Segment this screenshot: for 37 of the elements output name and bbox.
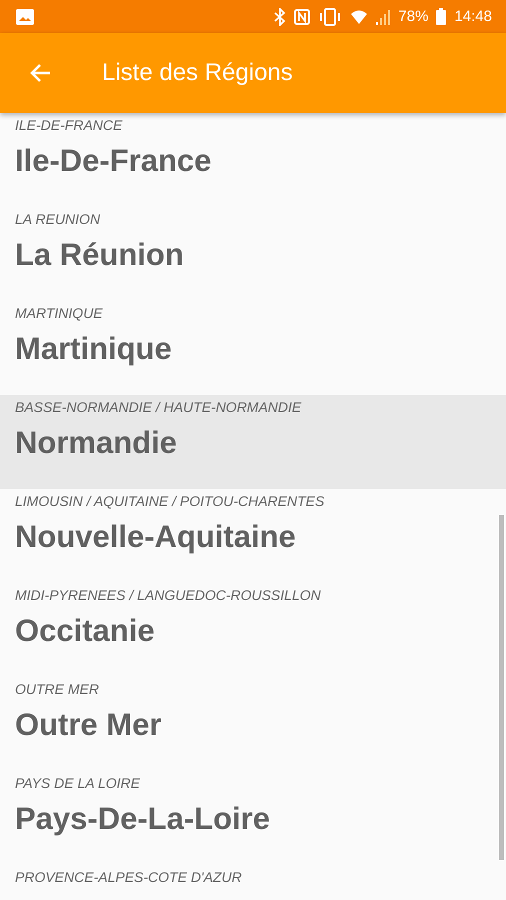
region-name: Martinique [15,330,172,368]
region-subtitle: PROVENCE-ALPES-COTE D'AZUR [15,869,242,885]
region-list-item[interactable]: BASSE-NORMANDIE / HAUTE-NORMANDIE Normandie [0,395,506,489]
region-name: Normandie [15,424,177,462]
battery-percentage: 78% [398,8,428,25]
region-name: Occitanie [15,612,155,650]
region-name: Outre Mer [15,706,162,744]
image-icon [16,8,34,24]
region-list-item[interactable]: MARTINIQUE Martinique [0,301,506,395]
region-subtitle: ILE-DE-FRANCE [15,117,122,133]
region-list-item[interactable]: MIDI-PYRENEES / LANGUEDOC-ROUSSILLON Occitanie [0,583,506,677]
region-subtitle: LA REUNION [15,211,100,227]
region-list-item[interactable]: OUTRE MER Outre Mer [0,677,506,771]
region-list-item[interactable]: LIMOUSIN / AQUITAINE / POITOU-CHARENTES Nouvelle-Aquitaine [0,489,506,583]
nfc-icon [294,8,310,24]
region-subtitle: BASSE-NORMANDIE / HAUTE-NORMANDIE [15,399,302,415]
region-name: Ile-De-France [15,142,212,180]
region-subtitle: PAYS DE LA LOIRE [15,775,140,791]
region-list-item[interactable]: PAYS DE LA LOIRE Pays-De-La-Loire [0,771,506,865]
vibrate-icon [318,8,342,26]
signal-icon [376,8,390,24]
region-subtitle: LIMOUSIN / AQUITAINE / POITOU-CHARENTES [15,493,324,509]
region-name: Nouvelle-Aquitaine [15,518,296,556]
back-arrow-icon [29,63,51,83]
region-subtitle: MIDI-PYRENEES / LANGUEDOC-ROUSSILLON [15,587,321,603]
bluetooth-icon [274,8,286,26]
region-subtitle: OUTRE MER [15,681,99,697]
region-list-item[interactable]: LA REUNION La Réunion [0,207,506,301]
region-list-item[interactable]: ILE-DE-FRANCE Ile-De-France [0,113,506,207]
region-subtitle: MARTINIQUE [15,305,103,321]
battery-icon [436,8,446,25]
region-name: Pays-De-La-Loire [15,800,270,838]
region-name: La Réunion [15,236,184,274]
wifi-icon [350,8,368,24]
region-list-item[interactable]: PROVENCE-ALPES-COTE D'AZUR [0,865,506,900]
clock-time: 14:48 [454,8,492,25]
screen-title: Liste des Régions [102,59,293,87]
